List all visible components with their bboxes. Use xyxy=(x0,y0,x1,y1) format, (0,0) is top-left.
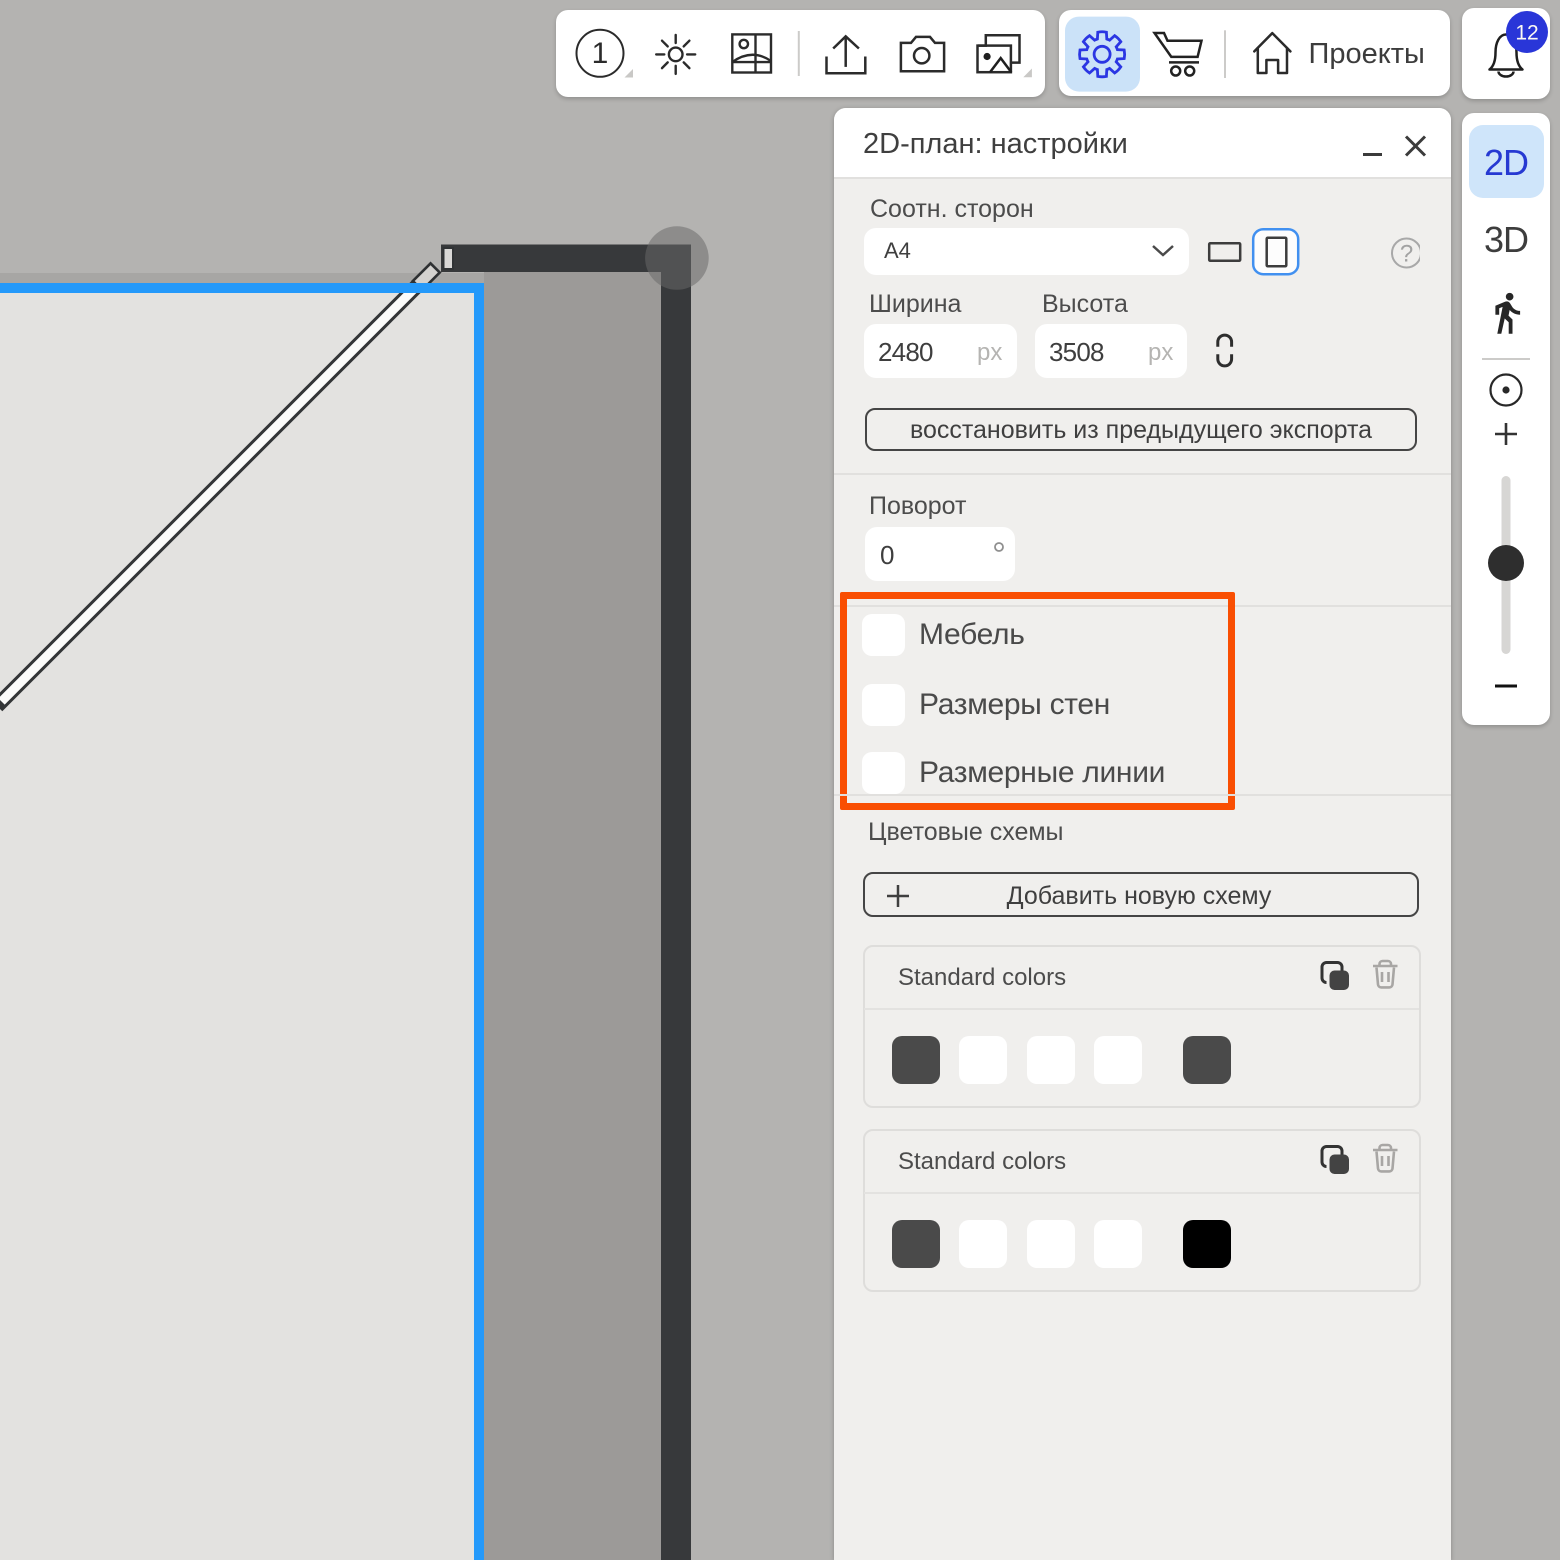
svg-text:3D: 3D xyxy=(1484,219,1528,260)
svg-text:12: 12 xyxy=(1515,22,1538,45)
svg-text:1: 1 xyxy=(592,37,609,70)
svg-text:Проекты: Проекты xyxy=(1309,38,1425,70)
svg-text:2D: 2D xyxy=(1484,142,1528,183)
svg-text:?: ? xyxy=(1400,241,1413,268)
